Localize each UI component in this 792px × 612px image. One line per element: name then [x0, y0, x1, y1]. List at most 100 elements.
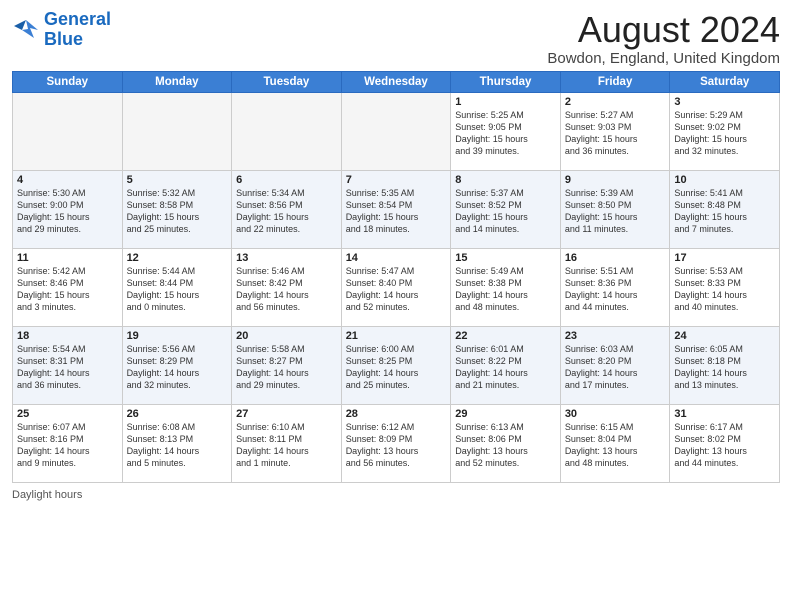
logo-text2: Blue: [44, 30, 111, 50]
day-number: 26: [127, 408, 228, 420]
calendar-cell: 8Sunrise: 5:37 AM Sunset: 8:52 PM Daylig…: [451, 170, 561, 248]
day-number: 3: [674, 96, 775, 108]
day-info: Sunrise: 5:41 AM Sunset: 8:48 PM Dayligh…: [674, 187, 775, 236]
calendar-cell: 21Sunrise: 6:00 AM Sunset: 8:25 PM Dayli…: [341, 326, 451, 404]
day-number: 28: [346, 408, 447, 420]
day-info: Sunrise: 5:32 AM Sunset: 8:58 PM Dayligh…: [127, 187, 228, 236]
calendar-cell: 9Sunrise: 5:39 AM Sunset: 8:50 PM Daylig…: [560, 170, 670, 248]
calendar-week-row: 1Sunrise: 5:25 AM Sunset: 9:05 PM Daylig…: [13, 92, 780, 170]
day-info: Sunrise: 5:53 AM Sunset: 8:33 PM Dayligh…: [674, 265, 775, 314]
col-header-wednesday: Wednesday: [341, 71, 451, 92]
day-number: 22: [455, 330, 556, 342]
day-info: Sunrise: 5:29 AM Sunset: 9:02 PM Dayligh…: [674, 109, 775, 158]
day-number: 1: [455, 96, 556, 108]
calendar-cell: 26Sunrise: 6:08 AM Sunset: 8:13 PM Dayli…: [122, 404, 232, 482]
day-number: 29: [455, 408, 556, 420]
calendar-cell: 14Sunrise: 5:47 AM Sunset: 8:40 PM Dayli…: [341, 248, 451, 326]
calendar-cell: 25Sunrise: 6:07 AM Sunset: 8:16 PM Dayli…: [13, 404, 123, 482]
day-info: Sunrise: 5:42 AM Sunset: 8:46 PM Dayligh…: [17, 265, 118, 314]
col-header-friday: Friday: [560, 71, 670, 92]
calendar-cell: 18Sunrise: 5:54 AM Sunset: 8:31 PM Dayli…: [13, 326, 123, 404]
day-number: 20: [236, 330, 337, 342]
day-info: Sunrise: 5:39 AM Sunset: 8:50 PM Dayligh…: [565, 187, 666, 236]
calendar-cell: 5Sunrise: 5:32 AM Sunset: 8:58 PM Daylig…: [122, 170, 232, 248]
day-info: Sunrise: 5:47 AM Sunset: 8:40 PM Dayligh…: [346, 265, 447, 314]
col-header-thursday: Thursday: [451, 71, 561, 92]
calendar-week-row: 11Sunrise: 5:42 AM Sunset: 8:46 PM Dayli…: [13, 248, 780, 326]
calendar-week-row: 25Sunrise: 6:07 AM Sunset: 8:16 PM Dayli…: [13, 404, 780, 482]
col-header-saturday: Saturday: [670, 71, 780, 92]
day-info: Sunrise: 5:58 AM Sunset: 8:27 PM Dayligh…: [236, 343, 337, 392]
day-info: Sunrise: 5:30 AM Sunset: 9:00 PM Dayligh…: [17, 187, 118, 236]
calendar-cell: 11Sunrise: 5:42 AM Sunset: 8:46 PM Dayli…: [13, 248, 123, 326]
day-number: 6: [236, 174, 337, 186]
day-number: 16: [565, 252, 666, 264]
day-info: Sunrise: 5:54 AM Sunset: 8:31 PM Dayligh…: [17, 343, 118, 392]
calendar-cell: [13, 92, 123, 170]
calendar-cell: 1Sunrise: 5:25 AM Sunset: 9:05 PM Daylig…: [451, 92, 561, 170]
calendar-cell: 24Sunrise: 6:05 AM Sunset: 8:18 PM Dayli…: [670, 326, 780, 404]
day-info: Sunrise: 5:37 AM Sunset: 8:52 PM Dayligh…: [455, 187, 556, 236]
calendar-week-row: 18Sunrise: 5:54 AM Sunset: 8:31 PM Dayli…: [13, 326, 780, 404]
day-info: Sunrise: 5:25 AM Sunset: 9:05 PM Dayligh…: [455, 109, 556, 158]
calendar-cell: 17Sunrise: 5:53 AM Sunset: 8:33 PM Dayli…: [670, 248, 780, 326]
day-number: 19: [127, 330, 228, 342]
title-block: August 2024 Bowdon, England, United King…: [547, 10, 780, 67]
calendar-table: SundayMondayTuesdayWednesdayThursdayFrid…: [12, 71, 780, 483]
calendar-cell: 22Sunrise: 6:01 AM Sunset: 8:22 PM Dayli…: [451, 326, 561, 404]
calendar-cell: 30Sunrise: 6:15 AM Sunset: 8:04 PM Dayli…: [560, 404, 670, 482]
day-number: 18: [17, 330, 118, 342]
day-info: Sunrise: 6:03 AM Sunset: 8:20 PM Dayligh…: [565, 343, 666, 392]
day-number: 5: [127, 174, 228, 186]
day-number: 9: [565, 174, 666, 186]
page: General Blue August 2024 Bowdon, England…: [0, 0, 792, 509]
col-header-tuesday: Tuesday: [232, 71, 342, 92]
main-title: August 2024: [547, 10, 780, 50]
calendar-cell: [341, 92, 451, 170]
day-number: 30: [565, 408, 666, 420]
calendar-cell: 31Sunrise: 6:17 AM Sunset: 8:02 PM Dayli…: [670, 404, 780, 482]
day-number: 12: [127, 252, 228, 264]
calendar-cell: 13Sunrise: 5:46 AM Sunset: 8:42 PM Dayli…: [232, 248, 342, 326]
day-info: Sunrise: 6:13 AM Sunset: 8:06 PM Dayligh…: [455, 421, 556, 470]
calendar-cell: 19Sunrise: 5:56 AM Sunset: 8:29 PM Dayli…: [122, 326, 232, 404]
day-info: Sunrise: 5:46 AM Sunset: 8:42 PM Dayligh…: [236, 265, 337, 314]
day-info: Sunrise: 6:17 AM Sunset: 8:02 PM Dayligh…: [674, 421, 775, 470]
day-number: 27: [236, 408, 337, 420]
day-number: 24: [674, 330, 775, 342]
day-number: 8: [455, 174, 556, 186]
day-info: Sunrise: 5:34 AM Sunset: 8:56 PM Dayligh…: [236, 187, 337, 236]
day-info: Sunrise: 6:10 AM Sunset: 8:11 PM Dayligh…: [236, 421, 337, 470]
day-info: Sunrise: 6:15 AM Sunset: 8:04 PM Dayligh…: [565, 421, 666, 470]
logo-icon: [12, 16, 40, 44]
calendar-cell: 16Sunrise: 5:51 AM Sunset: 8:36 PM Dayli…: [560, 248, 670, 326]
day-number: 31: [674, 408, 775, 420]
day-info: Sunrise: 5:35 AM Sunset: 8:54 PM Dayligh…: [346, 187, 447, 236]
day-number: 2: [565, 96, 666, 108]
calendar-cell: 20Sunrise: 5:58 AM Sunset: 8:27 PM Dayli…: [232, 326, 342, 404]
calendar-cell: 10Sunrise: 5:41 AM Sunset: 8:48 PM Dayli…: [670, 170, 780, 248]
calendar-cell: 7Sunrise: 5:35 AM Sunset: 8:54 PM Daylig…: [341, 170, 451, 248]
day-number: 23: [565, 330, 666, 342]
day-info: Sunrise: 5:27 AM Sunset: 9:03 PM Dayligh…: [565, 109, 666, 158]
col-header-monday: Monday: [122, 71, 232, 92]
day-number: 13: [236, 252, 337, 264]
day-number: 14: [346, 252, 447, 264]
calendar-cell: 27Sunrise: 6:10 AM Sunset: 8:11 PM Dayli…: [232, 404, 342, 482]
day-info: Sunrise: 5:51 AM Sunset: 8:36 PM Dayligh…: [565, 265, 666, 314]
day-info: Sunrise: 5:44 AM Sunset: 8:44 PM Dayligh…: [127, 265, 228, 314]
subtitle: Bowdon, England, United Kingdom: [547, 50, 780, 67]
calendar-cell: 15Sunrise: 5:49 AM Sunset: 8:38 PM Dayli…: [451, 248, 561, 326]
logo-text: General: [44, 10, 111, 30]
calendar-week-row: 4Sunrise: 5:30 AM Sunset: 9:00 PM Daylig…: [13, 170, 780, 248]
day-info: Sunrise: 6:01 AM Sunset: 8:22 PM Dayligh…: [455, 343, 556, 392]
day-number: 7: [346, 174, 447, 186]
day-info: Sunrise: 6:05 AM Sunset: 8:18 PM Dayligh…: [674, 343, 775, 392]
calendar-cell: 6Sunrise: 5:34 AM Sunset: 8:56 PM Daylig…: [232, 170, 342, 248]
day-number: 4: [17, 174, 118, 186]
footer-daylight: Daylight hours: [12, 489, 780, 501]
day-info: Sunrise: 6:08 AM Sunset: 8:13 PM Dayligh…: [127, 421, 228, 470]
calendar-cell: 29Sunrise: 6:13 AM Sunset: 8:06 PM Dayli…: [451, 404, 561, 482]
calendar-cell: 3Sunrise: 5:29 AM Sunset: 9:02 PM Daylig…: [670, 92, 780, 170]
day-info: Sunrise: 6:12 AM Sunset: 8:09 PM Dayligh…: [346, 421, 447, 470]
